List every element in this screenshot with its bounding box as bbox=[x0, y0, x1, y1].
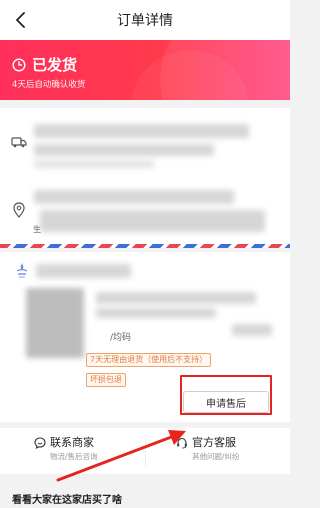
page-title: 订单详情 bbox=[117, 13, 173, 29]
back-button[interactable] bbox=[10, 9, 32, 31]
chat-bubble-icon bbox=[34, 437, 46, 449]
logistics-address-card[interactable]: 生 bbox=[0, 108, 290, 248]
product-title-redacted bbox=[96, 308, 216, 318]
contact-seller-label: 联系商家 bbox=[50, 436, 94, 449]
damage-refund-tag: 坏损包退 bbox=[86, 373, 126, 387]
service-divider bbox=[145, 438, 146, 466]
status-row: 已发货 bbox=[12, 54, 77, 75]
location-pin-icon bbox=[13, 202, 25, 218]
official-service-sub: 其他问题/纠纷 bbox=[192, 452, 240, 461]
contact-seller-button[interactable]: 联系商家 物流/售后咨询 bbox=[34, 434, 98, 462]
receiver-info-redacted bbox=[34, 190, 234, 204]
status-title: 已发货 bbox=[32, 56, 78, 74]
address-fragment: 生 bbox=[33, 225, 41, 234]
product-price-redacted bbox=[232, 324, 272, 336]
truck-icon bbox=[11, 137, 27, 148]
airmail-divider bbox=[0, 244, 290, 248]
shop-name-redacted bbox=[36, 264, 131, 278]
official-service-button[interactable]: 官方客服 其他问题/纠纷 bbox=[176, 434, 240, 462]
product-spec: /均码 bbox=[110, 333, 132, 343]
logistics-info-redacted bbox=[34, 144, 214, 156]
return-policy-tag: 7天无理由退货（使用后不支持） bbox=[86, 353, 212, 367]
product-title-redacted bbox=[96, 292, 256, 304]
nav-bar: 订单详情 bbox=[0, 0, 290, 40]
shop-logo-icon[interactable] bbox=[14, 262, 30, 280]
apply-after-sale-button[interactable]: 申请售后 bbox=[183, 391, 269, 413]
recommend-section-title: 看看大家在这家店买了啥 bbox=[12, 495, 122, 506]
goods-card: /均码 7天无理由退货（使用后不支持） 坏损包退 申请售后 bbox=[0, 252, 290, 422]
official-service-label: 官方客服 bbox=[192, 436, 236, 449]
receiver-address-redacted bbox=[40, 210, 265, 232]
chevron-left-icon bbox=[16, 12, 25, 28]
logistics-time-redacted bbox=[34, 160, 154, 168]
status-banner: 已发货 4天后自动确认收货 bbox=[0, 40, 290, 100]
service-bar: 联系商家 物流/售后咨询 官方客服 其他问题/纠纷 bbox=[0, 428, 290, 474]
clock-icon bbox=[12, 57, 26, 72]
headset-icon bbox=[177, 437, 187, 449]
contact-seller-sub: 物流/售后咨询 bbox=[50, 452, 98, 461]
logistics-info-redacted bbox=[34, 124, 249, 138]
auto-receive-note: 4天后自动确认收货 bbox=[12, 80, 86, 90]
product-image-redacted[interactable] bbox=[26, 288, 84, 358]
